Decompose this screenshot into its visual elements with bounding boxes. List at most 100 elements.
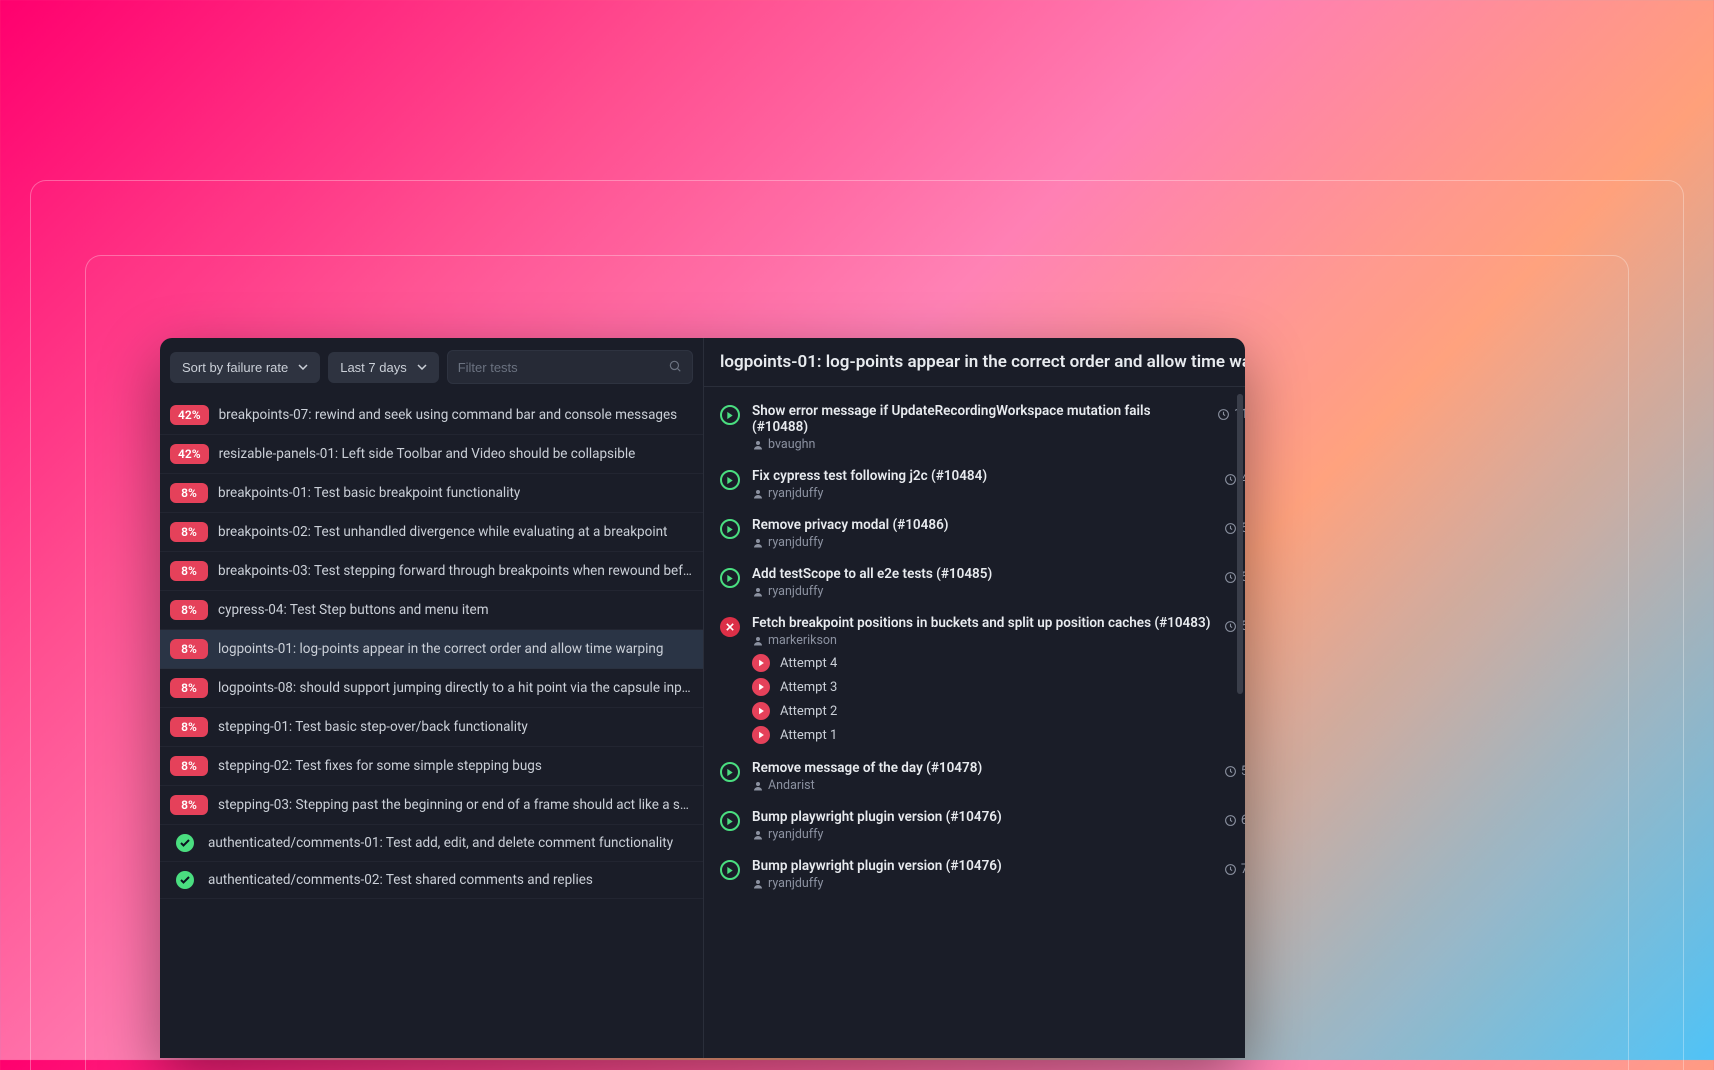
user-icon bbox=[752, 488, 764, 500]
clock-icon bbox=[1224, 620, 1237, 633]
run-title: Bump playwright plugin version (#10476) bbox=[752, 858, 1212, 874]
test-row[interactable]: authenticated/comments-02: Test shared c… bbox=[160, 862, 703, 899]
test-row[interactable]: 8%cypress-04: Test Step buttons and menu… bbox=[160, 591, 703, 630]
failure-rate-badge: 42% bbox=[170, 405, 209, 425]
test-list[interactable]: 42% breakpoints-07: rewind and seek using… bbox=[160, 396, 703, 1058]
clock-icon bbox=[1217, 408, 1230, 421]
test-name: cypress-04: Test Step buttons and menu i… bbox=[218, 602, 489, 618]
tests-panel: Sort by failure rate Last 7 days 42% brea… bbox=[160, 338, 704, 1058]
test-row[interactable]: 8%breakpoints-01: Test basic breakpoint … bbox=[160, 474, 703, 513]
user-icon bbox=[752, 829, 764, 841]
play-icon bbox=[720, 811, 740, 831]
run-author: markerikson bbox=[752, 633, 1212, 648]
run-time: 6d ago bbox=[1224, 813, 1245, 828]
clock-icon bbox=[1224, 522, 1237, 535]
run-author: ryanjduffy bbox=[752, 876, 1212, 891]
user-icon bbox=[752, 635, 764, 647]
test-name: resizable-panels-01: Left side Toolbar a… bbox=[219, 446, 636, 462]
failure-rate-badge: 8% bbox=[170, 561, 208, 581]
run-author: ryanjduffy bbox=[752, 535, 1212, 550]
play-icon bbox=[720, 762, 740, 782]
play-icon bbox=[752, 702, 770, 720]
author-name: ryanjduffy bbox=[768, 535, 823, 550]
test-name: stepping-02: Test fixes for some simple … bbox=[218, 758, 542, 774]
attempt-row[interactable]: Attempt 4 bbox=[752, 654, 1212, 672]
run-item[interactable]: Bump playwright plugin version (#10476) … bbox=[704, 850, 1245, 899]
run-item[interactable]: Fetch breakpoint positions in buckets an… bbox=[704, 607, 1245, 752]
run-body: Bump playwright plugin version (#10476) … bbox=[752, 858, 1212, 891]
run-title: Remove privacy modal (#10486) bbox=[752, 517, 1212, 533]
run-body: Remove privacy modal (#10486) ryanjduffy bbox=[752, 517, 1212, 550]
toolbar: Sort by failure rate Last 7 days bbox=[160, 338, 703, 396]
run-title: Bump playwright plugin version (#10476) bbox=[752, 809, 1212, 825]
run-title: Fetch breakpoint positions in buckets an… bbox=[752, 615, 1212, 631]
failure-rate-badge: 8% bbox=[170, 483, 208, 503]
filter-input-wrapper[interactable] bbox=[447, 350, 693, 384]
run-item[interactable]: Bump playwright plugin version (#10476) … bbox=[704, 801, 1245, 850]
test-row[interactable]: 8%stepping-02: Test fixes for some simpl… bbox=[160, 747, 703, 786]
test-name: logpoints-08: should support jumping dir… bbox=[218, 680, 693, 696]
play-icon bbox=[720, 568, 740, 588]
run-item[interactable]: Show error message if UpdateRecordingWor… bbox=[704, 395, 1245, 460]
run-author: Andarist bbox=[752, 778, 1212, 793]
test-name: stepping-01: Test basic step-over/back f… bbox=[218, 719, 528, 735]
author-name: ryanjduffy bbox=[768, 486, 823, 501]
user-icon bbox=[752, 537, 764, 549]
range-dropdown[interactable]: Last 7 days bbox=[328, 352, 439, 383]
detail-panel: logpoints-01: log-points appear in the c… bbox=[704, 338, 1245, 1058]
scrollbar[interactable] bbox=[1237, 394, 1243, 634]
author-name: ryanjduffy bbox=[768, 827, 823, 842]
attempt-label: Attempt 4 bbox=[780, 656, 837, 671]
test-row[interactable]: authenticated/comments-01: Test add, edi… bbox=[160, 825, 703, 862]
user-icon bbox=[752, 439, 764, 451]
test-row[interactable]: 8% breakpoints-03: Test stepping forward … bbox=[160, 552, 703, 591]
user-icon bbox=[752, 780, 764, 792]
run-title: Add testScope to all e2e tests (#10485) bbox=[752, 566, 1212, 582]
test-row[interactable]: 42% breakpoints-07: rewind and seek using… bbox=[160, 396, 703, 435]
play-icon bbox=[720, 519, 740, 539]
test-name: breakpoints-03: Test stepping forward th… bbox=[218, 563, 693, 579]
chevron-down-icon bbox=[417, 362, 427, 372]
author-name: markerikson bbox=[768, 633, 837, 648]
attempt-row[interactable]: Attempt 2 bbox=[752, 702, 1212, 720]
run-item[interactable]: Remove privacy modal (#10486) ryanjduffy… bbox=[704, 509, 1245, 558]
run-list[interactable]: Show error message if UpdateRecordingWor… bbox=[704, 387, 1245, 1058]
clock-icon bbox=[1224, 473, 1237, 486]
filter-input[interactable] bbox=[458, 360, 668, 375]
run-title: Remove message of the day (#10478) bbox=[752, 760, 1212, 776]
failure-rate-badge: 42% bbox=[170, 444, 209, 464]
test-row[interactable]: 8%logpoints-01: log-points appear in the… bbox=[160, 630, 703, 669]
test-name: authenticated/comments-01: Test add, edi… bbox=[208, 835, 673, 851]
author-name: ryanjduffy bbox=[768, 584, 823, 599]
test-name: authenticated/comments-02: Test shared c… bbox=[208, 872, 593, 888]
run-body: Add testScope to all e2e tests (#10485) … bbox=[752, 566, 1212, 599]
sort-dropdown[interactable]: Sort by failure rate bbox=[170, 352, 320, 383]
failure-rate-badge: 8% bbox=[170, 717, 208, 737]
play-icon bbox=[720, 470, 740, 490]
attempt-label: Attempt 3 bbox=[780, 680, 837, 695]
run-author: ryanjduffy bbox=[752, 827, 1212, 842]
clock-icon bbox=[1224, 863, 1237, 876]
run-body: Remove message of the day (#10478) Andar… bbox=[752, 760, 1212, 793]
attempts: Attempt 4 Attempt 3 Attempt 2 Attempt 1 bbox=[752, 654, 1212, 744]
play-icon bbox=[752, 678, 770, 696]
fail-icon bbox=[720, 617, 740, 637]
attempt-row[interactable]: Attempt 1 bbox=[752, 726, 1212, 744]
run-item[interactable]: Fix cypress test following j2c (#10484) … bbox=[704, 460, 1245, 509]
test-row[interactable]: 42% resizable-panels-01: Left side Toolba… bbox=[160, 435, 703, 474]
test-name: breakpoints-07: rewind and seek using co… bbox=[219, 407, 678, 423]
run-item[interactable]: Add testScope to all e2e tests (#10485) … bbox=[704, 558, 1245, 607]
clock-icon bbox=[1224, 765, 1237, 778]
user-icon bbox=[752, 878, 764, 890]
failure-rate-badge: 8% bbox=[170, 639, 208, 659]
run-title: Show error message if UpdateRecordingWor… bbox=[752, 403, 1205, 435]
test-name: stepping-03: Stepping past the beginning… bbox=[218, 797, 693, 813]
range-label: Last 7 days bbox=[340, 360, 407, 375]
test-row[interactable]: 8%breakpoints-02: Test unhandled diverge… bbox=[160, 513, 703, 552]
attempt-row[interactable]: Attempt 3 bbox=[752, 678, 1212, 696]
test-row[interactable]: 8% stepping-01: Test basic step-over/back… bbox=[160, 708, 703, 747]
run-item[interactable]: Remove message of the day (#10478) Andar… bbox=[704, 752, 1245, 801]
test-row[interactable]: 8%stepping-03: Stepping past the beginni… bbox=[160, 786, 703, 825]
test-row[interactable]: 8%logpoints-08: should support jumping d… bbox=[160, 669, 703, 708]
run-author: bvaughn bbox=[752, 437, 1205, 452]
